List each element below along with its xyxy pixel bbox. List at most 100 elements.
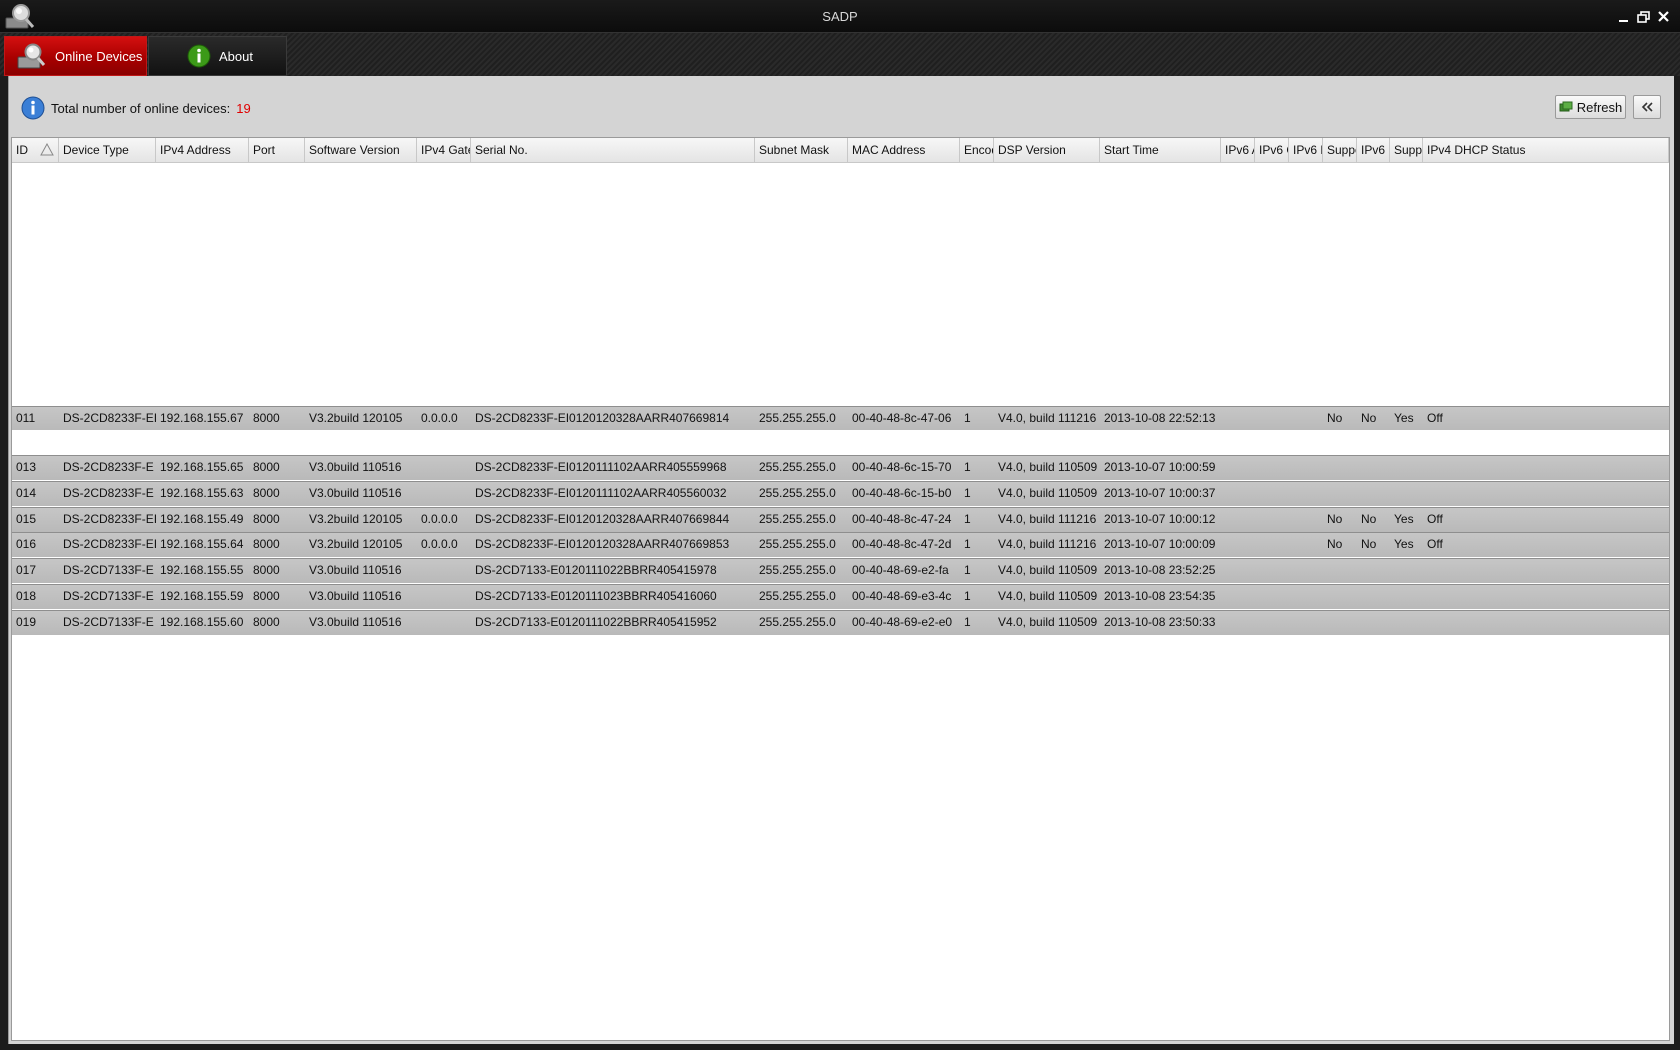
table-row[interactable]: 016 DS-2CD8233F-EI 192.168.155.64 8000 V3.2b… bbox=[12, 532, 1669, 557]
table-row[interactable] bbox=[12, 430, 1669, 455]
tab-label: About bbox=[219, 48, 253, 64]
column-header-dsp-version[interactable]: DSP Version bbox=[994, 138, 1100, 162]
cell-ipv6-modifiable bbox=[1357, 611, 1390, 634]
cell-serial-no: DS-2CD7133-E0120111022BBRR405415978 bbox=[475, 563, 717, 577]
cell-ipv4-dhcp-status bbox=[1423, 456, 1669, 479]
collapse-panel-button[interactable] bbox=[1633, 95, 1661, 119]
cell-id bbox=[12, 430, 59, 453]
cell-ipv4-gateway bbox=[417, 559, 471, 582]
refresh-button[interactable]: Refresh bbox=[1555, 95, 1626, 119]
column-header-mac-address[interactable]: MAC Address bbox=[848, 138, 960, 162]
cell-ipv4-gateway bbox=[417, 611, 471, 634]
cell-support-ipv6 bbox=[1323, 430, 1357, 453]
cell-dsp-version: V4.0, build 110509 bbox=[998, 589, 1098, 603]
cell-start-time: 2013-10-07 10:00:37 bbox=[1104, 486, 1216, 500]
cell-mac-address: 00-40-48-6c-15-b0 bbox=[852, 486, 952, 500]
column-header-ipv4-gateway[interactable]: IPv4 Gateway bbox=[417, 138, 471, 162]
column-header-support-ipv6[interactable]: Support IPv6 bbox=[1323, 138, 1357, 162]
cell-ipv4-gateway: 0.0.0.0 bbox=[421, 537, 458, 551]
column-header-ipv4-address[interactable]: IPv4 Address bbox=[156, 138, 249, 162]
cell-ipv4-address: 192.168.155.67 bbox=[160, 411, 244, 425]
cell-support-ipv6 bbox=[1323, 611, 1357, 634]
column-header-ipv6-prefix-length[interactable]: IPv6 Prefix Length bbox=[1289, 138, 1323, 162]
cell-port: 8000 bbox=[253, 615, 280, 629]
cell-ipv4-address: 192.168.155.65 bbox=[160, 460, 244, 474]
column-header-encoding-channels[interactable]: Encoding Channels bbox=[960, 138, 994, 162]
restore-icon[interactable] bbox=[1636, 9, 1652, 25]
cell-dsp-version: V4.0, build 110509 bbox=[998, 460, 1098, 474]
cell-serial-no: DS-2CD8233F-EI0120120328AARR407669814 bbox=[475, 411, 730, 425]
cell-ipv4-dhcp-status bbox=[1423, 611, 1669, 634]
cell-id: 013 bbox=[16, 460, 37, 474]
cell-encoding-channels: 1 bbox=[964, 537, 971, 551]
cell-device-type: DS-2CD8233F-E bbox=[63, 460, 154, 474]
table-row[interactable]: 015 DS-2CD8233F-EI 192.168.155.49 8000 V3.2b… bbox=[12, 507, 1669, 532]
cell-software-version: V3.0build 110516 bbox=[309, 589, 402, 603]
column-header-start-time[interactable]: Start Time bbox=[1100, 138, 1221, 162]
cell-ipv6-prefix-length bbox=[1289, 407, 1323, 430]
column-header-software-version[interactable]: Software Version bbox=[305, 138, 417, 162]
cell-mac-address: 00-40-48-6c-15-70 bbox=[852, 460, 952, 474]
cell-id: 018 bbox=[16, 589, 37, 603]
cell-device-type: DS-2CD8233F-EI bbox=[63, 411, 156, 425]
cell-dsp-version bbox=[994, 430, 1100, 453]
cell-ipv4-dhcp-status: Off bbox=[1427, 411, 1443, 425]
close-icon[interactable] bbox=[1656, 9, 1672, 25]
cell-mac-address bbox=[848, 430, 960, 453]
column-header-subnet-mask[interactable]: Subnet Mask bbox=[755, 138, 848, 162]
sadp-window: SADP Online Devices About Total number o… bbox=[0, 0, 1680, 1050]
cell-device-type: DS-2CD7133F-E bbox=[63, 563, 154, 577]
info-icon bbox=[21, 96, 45, 120]
cell-encoding-channels: 1 bbox=[964, 512, 971, 526]
cell-subnet-mask: 255.255.255.0 bbox=[759, 512, 836, 526]
cell-port: 8000 bbox=[253, 486, 280, 500]
column-header-ipv6-gateway[interactable]: IPv6 Gateway bbox=[1255, 138, 1289, 162]
cell-dsp-version: V4.0, build 110509 bbox=[998, 615, 1098, 629]
cell-id: 015 bbox=[16, 512, 37, 526]
cell-subnet-mask: 255.255.255.0 bbox=[759, 537, 836, 551]
column-header-ipv6-address[interactable]: IPv6 Address bbox=[1221, 138, 1255, 162]
cell-support-dhcp: Yes bbox=[1394, 537, 1414, 551]
tab-online-devices[interactable]: Online Devices bbox=[4, 36, 147, 76]
title-bar[interactable]: SADP bbox=[0, 0, 1680, 33]
sort-ascending-icon[interactable] bbox=[40, 143, 54, 156]
column-header-port[interactable]: Port bbox=[249, 138, 305, 162]
minimize-icon[interactable] bbox=[1616, 9, 1632, 25]
double-chevron-left-icon bbox=[1641, 102, 1653, 112]
cell-port: 8000 bbox=[253, 460, 280, 474]
table-row[interactable]: 018 DS-2CD7133F-E 192.168.155.59 8000 V3.0bu… bbox=[12, 584, 1669, 609]
tab-about[interactable]: About bbox=[148, 36, 287, 76]
cell-ipv6-address bbox=[1221, 430, 1255, 453]
cell-id: 014 bbox=[16, 486, 37, 500]
cell-ipv4-address bbox=[156, 430, 249, 453]
cell-device-type bbox=[59, 430, 156, 453]
cell-support-ipv6 bbox=[1323, 456, 1357, 479]
cell-support-dhcp bbox=[1390, 482, 1423, 505]
column-header-ipv4-dhcp-status[interactable]: IPv4 DHCP Status bbox=[1423, 138, 1669, 162]
window-title: SADP bbox=[822, 9, 858, 24]
column-header-serial-no[interactable]: Serial No. bbox=[471, 138, 755, 162]
table-row[interactable]: 017 DS-2CD7133F-E 192.168.155.55 8000 V3.0bu… bbox=[12, 558, 1669, 583]
column-header-ipv6-modifiable[interactable]: IPv6 Modifiable bbox=[1357, 138, 1390, 162]
cell-encoding-channels: 1 bbox=[964, 411, 971, 425]
column-header-support-dhcp[interactable]: Support DHCP bbox=[1390, 138, 1423, 162]
column-header-device-type[interactable]: Device Type bbox=[59, 138, 156, 162]
cell-subnet-mask: 255.255.255.0 bbox=[759, 460, 836, 474]
table-row[interactable]: 013 DS-2CD8233F-E 192.168.155.65 8000 V3.0bu… bbox=[12, 455, 1669, 480]
cell-ipv6-prefix-length bbox=[1289, 430, 1323, 453]
cell-ipv6-gateway bbox=[1255, 559, 1289, 582]
cell-software-version: V3.2build 120105 bbox=[309, 537, 403, 551]
device-count-value: 19 bbox=[236, 100, 251, 116]
cell-support-ipv6 bbox=[1323, 559, 1357, 582]
refresh-label: Refresh bbox=[1576, 99, 1623, 115]
cell-ipv4-gateway: 0.0.0.0 bbox=[421, 512, 458, 526]
cell-ipv6-prefix-length bbox=[1289, 482, 1323, 505]
cell-subnet-mask: 255.255.255.0 bbox=[759, 411, 836, 425]
cell-port: 8000 bbox=[253, 512, 280, 526]
devices-table[interactable]: ID Device Type IPv4 Address Port Software Ve… bbox=[11, 137, 1670, 1041]
table-row[interactable]: 011 DS-2CD8233F-EI 192.168.155.67 8000 V3.2b… bbox=[12, 406, 1669, 431]
cell-ipv6-modifiable bbox=[1357, 430, 1390, 453]
table-row[interactable]: 019 DS-2CD7133F-E 192.168.155.60 8000 V3.0bu… bbox=[12, 610, 1669, 635]
cell-software-version: V3.0build 110516 bbox=[309, 486, 402, 500]
table-row[interactable]: 014 DS-2CD8233F-E 192.168.155.63 8000 V3.0bu… bbox=[12, 481, 1669, 506]
